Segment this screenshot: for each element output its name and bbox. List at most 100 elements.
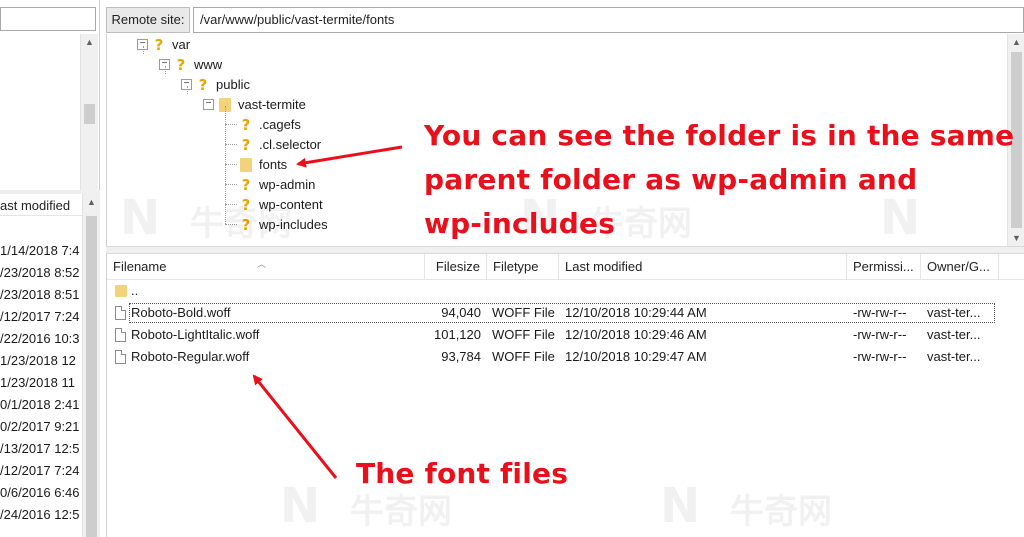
file-row[interactable]: Roboto-Regular.woff 93,784 WOFF File 12/10/… [107, 346, 1024, 368]
remote-site-label: Remote site: [106, 7, 190, 33]
column-filetype[interactable]: Filetype [487, 254, 559, 280]
local-list-item[interactable]: /23/2018 8:51 [0, 284, 84, 306]
parent-directory-label: .. [131, 283, 139, 298]
collapse-icon[interactable]: − [203, 99, 214, 111]
tree-connector [225, 144, 237, 145]
question-icon: ? [241, 135, 251, 154]
file-permissions: -rw-rw-r-- [853, 327, 907, 342]
scroll-up-arrow-icon[interactable]: ▲ [1008, 34, 1024, 50]
file-name: Roboto-Bold.woff [131, 305, 231, 320]
tree-node-wp-admin[interactable]: ? wp-admin [239, 174, 316, 194]
column-last-modified[interactable]: Last modified [559, 254, 847, 280]
column-filename[interactable]: Filename ︿ [107, 254, 425, 280]
tree-connector [225, 124, 237, 125]
column-permissions[interactable]: Permissi... [847, 254, 921, 280]
tree-connector [165, 66, 166, 74]
tree-node-label: .cagefs [259, 116, 301, 132]
file-icon [115, 328, 126, 342]
parent-directory-row[interactable]: .. [107, 280, 1024, 302]
tree-node-label: var [172, 36, 191, 52]
question-icon: ? [241, 175, 251, 194]
local-tree-pane[interactable]: ▲ [0, 0, 100, 190]
remote-site-bar: Remote site: /var/www/public/vast-termit… [106, 7, 1024, 33]
local-list-item[interactable]: /12/2017 7:24 [0, 306, 84, 328]
question-icon: ? [198, 75, 208, 94]
file-modified: 12/10/2018 10:29:44 AM [565, 305, 707, 320]
file-icon [115, 306, 126, 320]
annotation-folder-line-1: You can see the folder is in the same [424, 119, 1015, 152]
scroll-down-arrow-icon[interactable]: ▼ [1008, 230, 1024, 246]
tree-node-label: .cl.selector [259, 136, 322, 152]
file-owner: vast-ter... [927, 349, 981, 364]
local-pane: ▲ ast modified ▲ 1/14/2018 7:4/23/2018 8… [0, 0, 100, 537]
file-list-header: Filename ︿ Filesize Filetype Last modifi… [107, 254, 1024, 280]
local-list-item[interactable]: 0/6/2016 6:46 [0, 482, 84, 504]
tree-list-splitter[interactable] [106, 246, 1024, 254]
file-size: 94,040 [441, 305, 481, 320]
tree-connector [225, 184, 237, 185]
column-owner[interactable]: Owner/G... [921, 254, 999, 280]
file-name: Roboto-Regular.woff [131, 349, 250, 364]
file-name: Roboto-LightItalic.woff [131, 327, 260, 342]
local-list-item[interactable]: 0/1/2018 2:41 [0, 394, 84, 416]
scroll-up-arrow-icon[interactable]: ▲ [83, 194, 100, 210]
sort-caret-icon: ︿ [257, 259, 267, 269]
scroll-thumb[interactable] [84, 104, 95, 124]
local-column-header[interactable]: ast modified [0, 194, 84, 216]
local-list-item[interactable]: 1/23/2018 12 [0, 350, 84, 372]
tree-node-fonts[interactable]: fonts [239, 154, 287, 174]
tree-node-label: public [216, 76, 250, 92]
file-icon [115, 350, 126, 364]
local-list-item[interactable]: /24/2016 12:5 [0, 504, 84, 526]
tree-node-www[interactable]: −? www [159, 54, 222, 74]
folder-icon [115, 285, 127, 297]
file-permissions: -rw-rw-r-- [853, 305, 907, 320]
tree-node-public[interactable]: −? public [181, 74, 250, 94]
folder-icon [240, 157, 252, 172]
tree-node-label: vast-termite [238, 96, 306, 112]
tree-connector [225, 164, 237, 165]
annotation-font-files: The font files [356, 457, 569, 490]
column-last-modified-local[interactable]: ast modified [0, 198, 70, 213]
file-owner: vast-ter... [927, 305, 981, 320]
tree-connector [143, 46, 144, 54]
file-type: WOFF File [492, 305, 555, 320]
tree-node-vast-termite[interactable]: − vast-termite [203, 94, 306, 114]
tree-node-label: fonts [259, 156, 288, 172]
local-list-item[interactable]: /22/2016 10:3 [0, 328, 84, 350]
file-type: WOFF File [492, 349, 555, 364]
tree-node-cagefs[interactable]: ? .cagefs [239, 114, 301, 134]
local-list-scrollbar[interactable]: ▲ [82, 194, 100, 537]
file-row[interactable]: Roboto-Bold.woff 94,040 WOFF File 12/10/201… [107, 302, 1024, 324]
file-owner: vast-ter... [927, 327, 981, 342]
file-size: 101,120 [434, 327, 481, 342]
local-list-item[interactable]: /23/2018 8:52 [0, 262, 84, 284]
column-filesize[interactable]: Filesize [425, 254, 487, 280]
local-path-field[interactable] [0, 7, 96, 31]
tree-node-label: wp-admin [259, 176, 316, 192]
tree-node-cl-selector[interactable]: ? .cl.selector [239, 134, 322, 154]
local-file-list: 1/14/2018 7:4/23/2018 8:52/23/2018 8:51/… [0, 240, 84, 526]
file-row[interactable]: Roboto-LightItalic.woff 101,120 WOFF File 1… [107, 324, 1024, 346]
scroll-thumb[interactable] [86, 216, 97, 537]
tree-connector [187, 86, 188, 94]
scroll-up-arrow-icon[interactable]: ▲ [81, 34, 98, 50]
file-type: WOFF File [492, 327, 555, 342]
local-list-item[interactable]: /12/2017 7:24 [0, 460, 84, 482]
local-list-item[interactable]: 1/14/2018 7:4 [0, 240, 84, 262]
local-list-item[interactable]: 0/2/2017 9:21 [0, 416, 84, 438]
tree-node-label: www [194, 56, 223, 72]
local-list-item[interactable]: /13/2017 12:5 [0, 438, 84, 460]
annotation-folder-line-3: wp-includes [424, 207, 616, 240]
file-modified: 12/10/2018 10:29:47 AM [565, 349, 707, 364]
local-tree-scrollbar[interactable]: ▲ [80, 34, 98, 190]
tree-node-var[interactable]: −? var [137, 34, 190, 54]
remote-path-input[interactable]: /var/www/public/vast-termite/fonts [193, 7, 1024, 33]
file-size: 93,784 [441, 349, 481, 364]
local-list-item[interactable]: 1/23/2018 11 [0, 372, 84, 394]
question-icon: ? [176, 55, 186, 74]
file-permissions: -rw-rw-r-- [853, 349, 907, 364]
file-modified: 12/10/2018 10:29:46 AM [565, 327, 707, 342]
question-icon: ? [241, 115, 251, 134]
annotation-folder-line-2: parent folder as wp-admin and [424, 163, 918, 196]
